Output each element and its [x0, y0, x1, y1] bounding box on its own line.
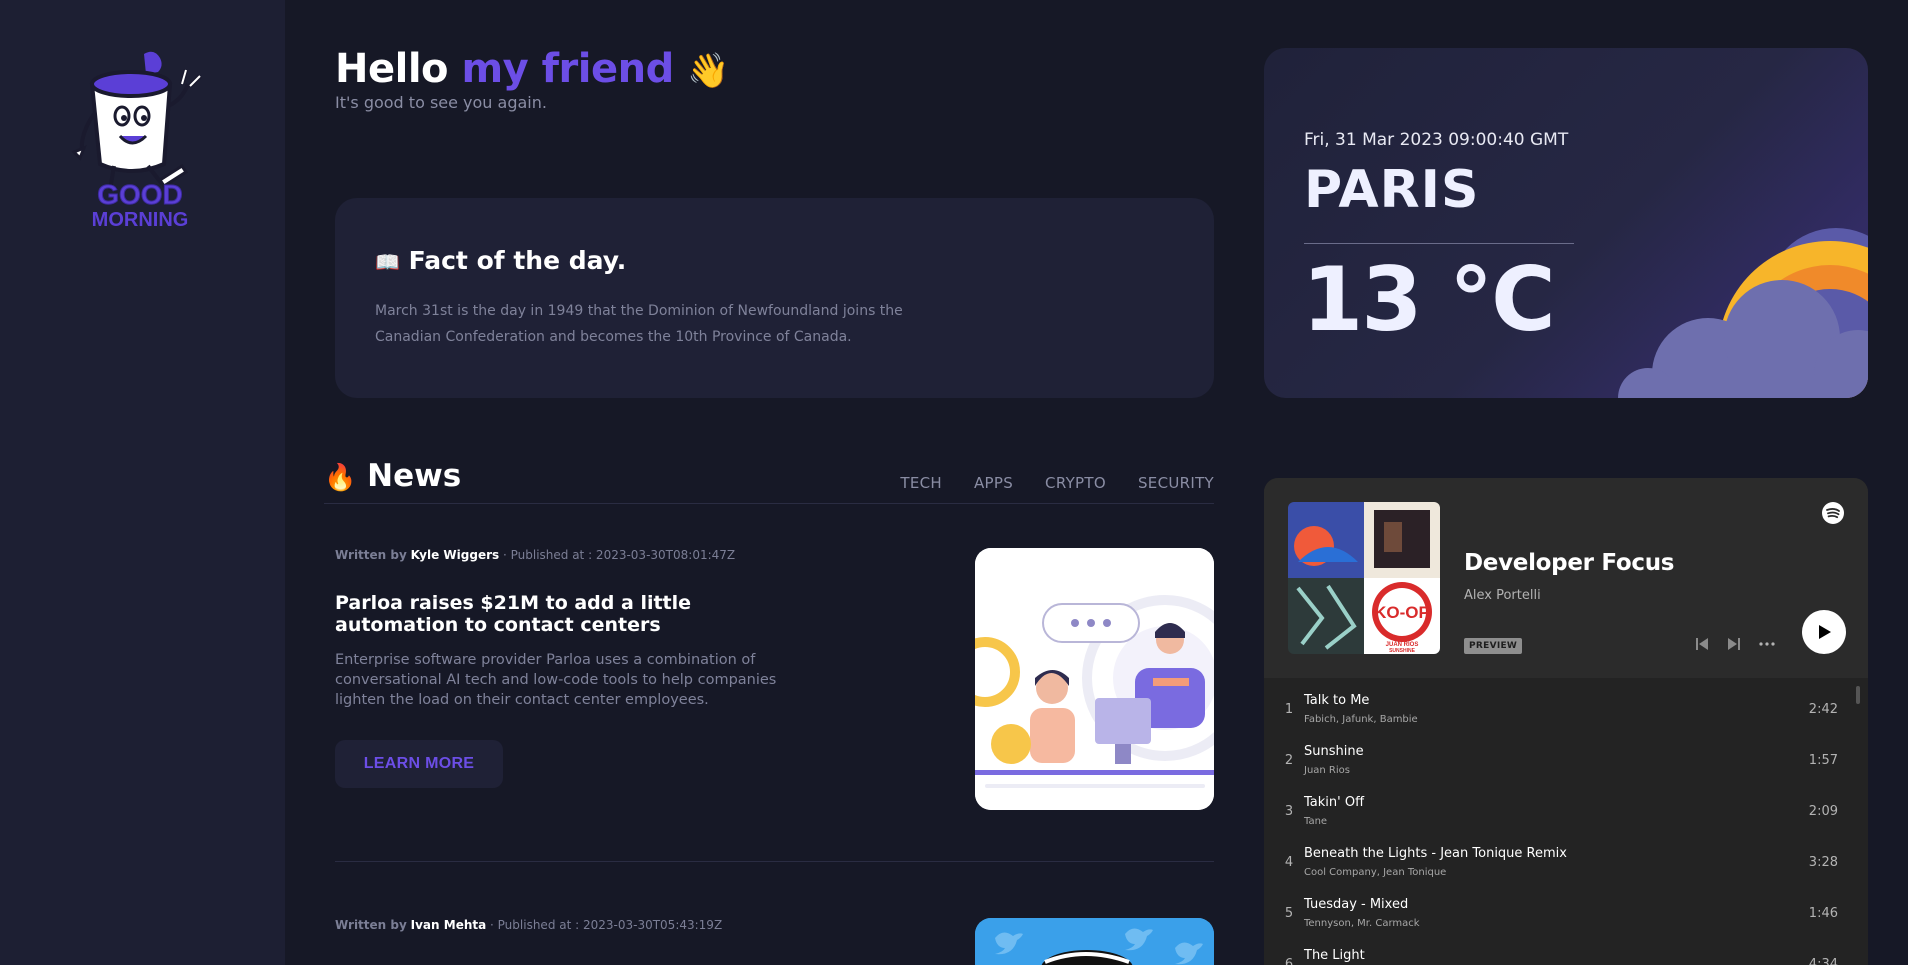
news-header: 🔥 News TECH APPS CRYPTO SECURITY [324, 458, 1214, 504]
logo-line-2: MORNING [91, 209, 189, 231]
track-row[interactable]: 3 Takin' Off Tane 2:09 [1264, 788, 1868, 839]
article-published: · Published at : 2023-03-30T08:01:47Z [502, 548, 736, 562]
weather-temperature: 13 °C [1302, 248, 1556, 351]
fact-title: 📖 Fact of the day. [375, 246, 626, 275]
fact-text: March 31st is the day in 1949 that the D… [375, 303, 903, 345]
track-duration: 2:42 [1808, 702, 1838, 717]
playlist-title[interactable]: Developer Focus [1464, 550, 1674, 576]
article-author[interactable]: Kyle Wiggers [411, 548, 500, 562]
track-artists: Fabich, Jafunk, Bambie [1304, 714, 1418, 725]
track-name: Takin' Off [1304, 795, 1365, 810]
track-row[interactable]: 2 Sunshine Juan Rios 1:57 [1264, 737, 1868, 788]
track-number: 6 [1284, 957, 1294, 965]
track-row[interactable]: 6 The Light 4:34 [1264, 941, 1868, 965]
playlist-cover[interactable]: KO-OP JUAN RIOS SUNSHINE [1288, 502, 1440, 654]
greeting-subtitle: It's good to see you again. [335, 93, 547, 112]
waving-hand-icon: 👋 [687, 51, 729, 91]
track-name: Talk to Me [1304, 693, 1370, 708]
track-row[interactable]: 1 Talk to Me Fabich, Jafunk, Bambie 2:42 [1264, 686, 1868, 737]
track-duration: 4:34 [1808, 957, 1838, 965]
spotify-playlist-embed: KO-OP JUAN RIOS SUNSHINE Developer Focus… [1264, 478, 1868, 965]
next-track-icon[interactable] [1726, 636, 1742, 652]
greeting-accent: my friend [461, 46, 674, 92]
track-list-scrollbar[interactable] [1856, 686, 1860, 704]
track-name: Beneath the Lights - Jean Tonique Remix [1304, 846, 1567, 861]
preview-badge: PREVIEW [1464, 638, 1523, 654]
spotify-logo-icon[interactable] [1822, 502, 1844, 524]
playlist-cover-mosaic: KO-OP JUAN RIOS SUNSHINE [1288, 502, 1440, 654]
weather-divider [1304, 243, 1574, 244]
play-button[interactable] [1802, 610, 1846, 654]
track-list: 1 Talk to Me Fabich, Jafunk, Bambie 2:42… [1264, 686, 1868, 965]
tab-security[interactable]: SECURITY [1138, 474, 1214, 492]
tab-tech[interactable]: TECH [900, 474, 942, 492]
greeting-title: Hello my friend 👋 [335, 46, 729, 92]
logo-wordmark: GOOD MORNING [80, 179, 200, 231]
playlist-owner[interactable]: Alex Portelli [1464, 588, 1541, 603]
track-row[interactable]: 4 Beneath the Lights - Jean Tonique Remi… [1264, 839, 1868, 890]
news-article: Written by Kyle Wiggers · Published at :… [335, 548, 805, 788]
track-number: 5 [1284, 906, 1294, 921]
article-meta: Written by Kyle Wiggers · Published at :… [335, 548, 805, 562]
contact-center-illustration [975, 548, 1214, 810]
tab-apps[interactable]: APPS [974, 474, 1013, 492]
learn-more-button[interactable]: LEARN MORE [335, 740, 503, 788]
greeting-hello: Hello [335, 46, 449, 92]
track-duration: 2:09 [1808, 804, 1838, 819]
news-article: Written by Ivan Mehta · Published at : 2… [335, 918, 722, 932]
sidebar: GOOD MORNING [0, 0, 285, 965]
track-number: 2 [1284, 753, 1294, 768]
track-number: 1 [1284, 702, 1294, 717]
article-image[interactable] [975, 918, 1214, 965]
track-number: 3 [1284, 804, 1294, 819]
book-icon: 📖 [375, 250, 400, 274]
track-name: Sunshine [1304, 744, 1364, 759]
news-title-text: News [367, 458, 462, 494]
article-meta: Written by Ivan Mehta · Published at : 2… [335, 918, 722, 932]
track-number: 4 [1284, 855, 1294, 870]
playlist-header: KO-OP JUAN RIOS SUNSHINE Developer Focus… [1264, 478, 1868, 678]
track-duration: 3:28 [1808, 855, 1838, 870]
fire-icon: 🔥 [324, 463, 357, 493]
weather-date: Fri, 31 Mar 2023 09:00:40 GMT [1304, 130, 1569, 150]
article-author[interactable]: Ivan Mehta [411, 918, 487, 932]
play-icon [1819, 625, 1831, 639]
more-options-icon[interactable] [1758, 636, 1776, 652]
logo-line-1: GOOD [97, 179, 184, 210]
tab-crypto[interactable]: CRYPTO [1045, 474, 1106, 492]
news-title: 🔥 News [324, 458, 461, 494]
fact-of-the-day-card: 📖 Fact of the day. March 31st is the day… [335, 198, 1214, 398]
track-artists: Tennyson, Mr. Carmack [1304, 918, 1420, 929]
news-tabs: TECH APPS CRYPTO SECURITY [900, 474, 1214, 492]
written-by-label: Written by [335, 548, 407, 562]
sun-behind-cloud-icon [1618, 228, 1868, 398]
twitter-bird-pattern-illustration [975, 918, 1214, 965]
track-artists: Juan Rios [1304, 765, 1350, 776]
article-description: Enterprise software provider Parloa uses… [335, 652, 777, 708]
article-title[interactable]: Parloa raises $21M to add a little autom… [335, 592, 805, 636]
article-image[interactable] [975, 548, 1214, 810]
written-by-label: Written by [335, 918, 407, 932]
track-duration: 1:57 [1808, 753, 1838, 768]
track-name: Tuesday - Mixed [1304, 897, 1409, 912]
player-controls [1694, 636, 1776, 652]
track-artists: Cool Company, Jean Tonique [1304, 867, 1447, 878]
track-duration: 1:46 [1808, 906, 1838, 921]
track-artists: Tane [1304, 816, 1328, 827]
fact-title-text: Fact of the day. [408, 246, 627, 275]
cover-text-koop: KO-OP [1374, 603, 1430, 622]
weather-card: Fri, 31 Mar 2023 09:00:40 GMT PARIS 13 °… [1264, 48, 1868, 398]
weather-city: PARIS [1304, 160, 1480, 220]
previous-track-icon[interactable] [1694, 636, 1710, 652]
cover-text-album: SUNSHINE [1389, 648, 1416, 654]
track-row[interactable]: 5 Tuesday - Mixed Tennyson, Mr. Carmack … [1264, 890, 1868, 941]
article-divider [335, 861, 1214, 862]
track-name: The Light [1304, 948, 1365, 963]
greeting: Hello my friend 👋 It's good to see you a… [335, 46, 729, 112]
article-published: · Published at : 2023-03-30T05:43:19Z [490, 918, 723, 932]
